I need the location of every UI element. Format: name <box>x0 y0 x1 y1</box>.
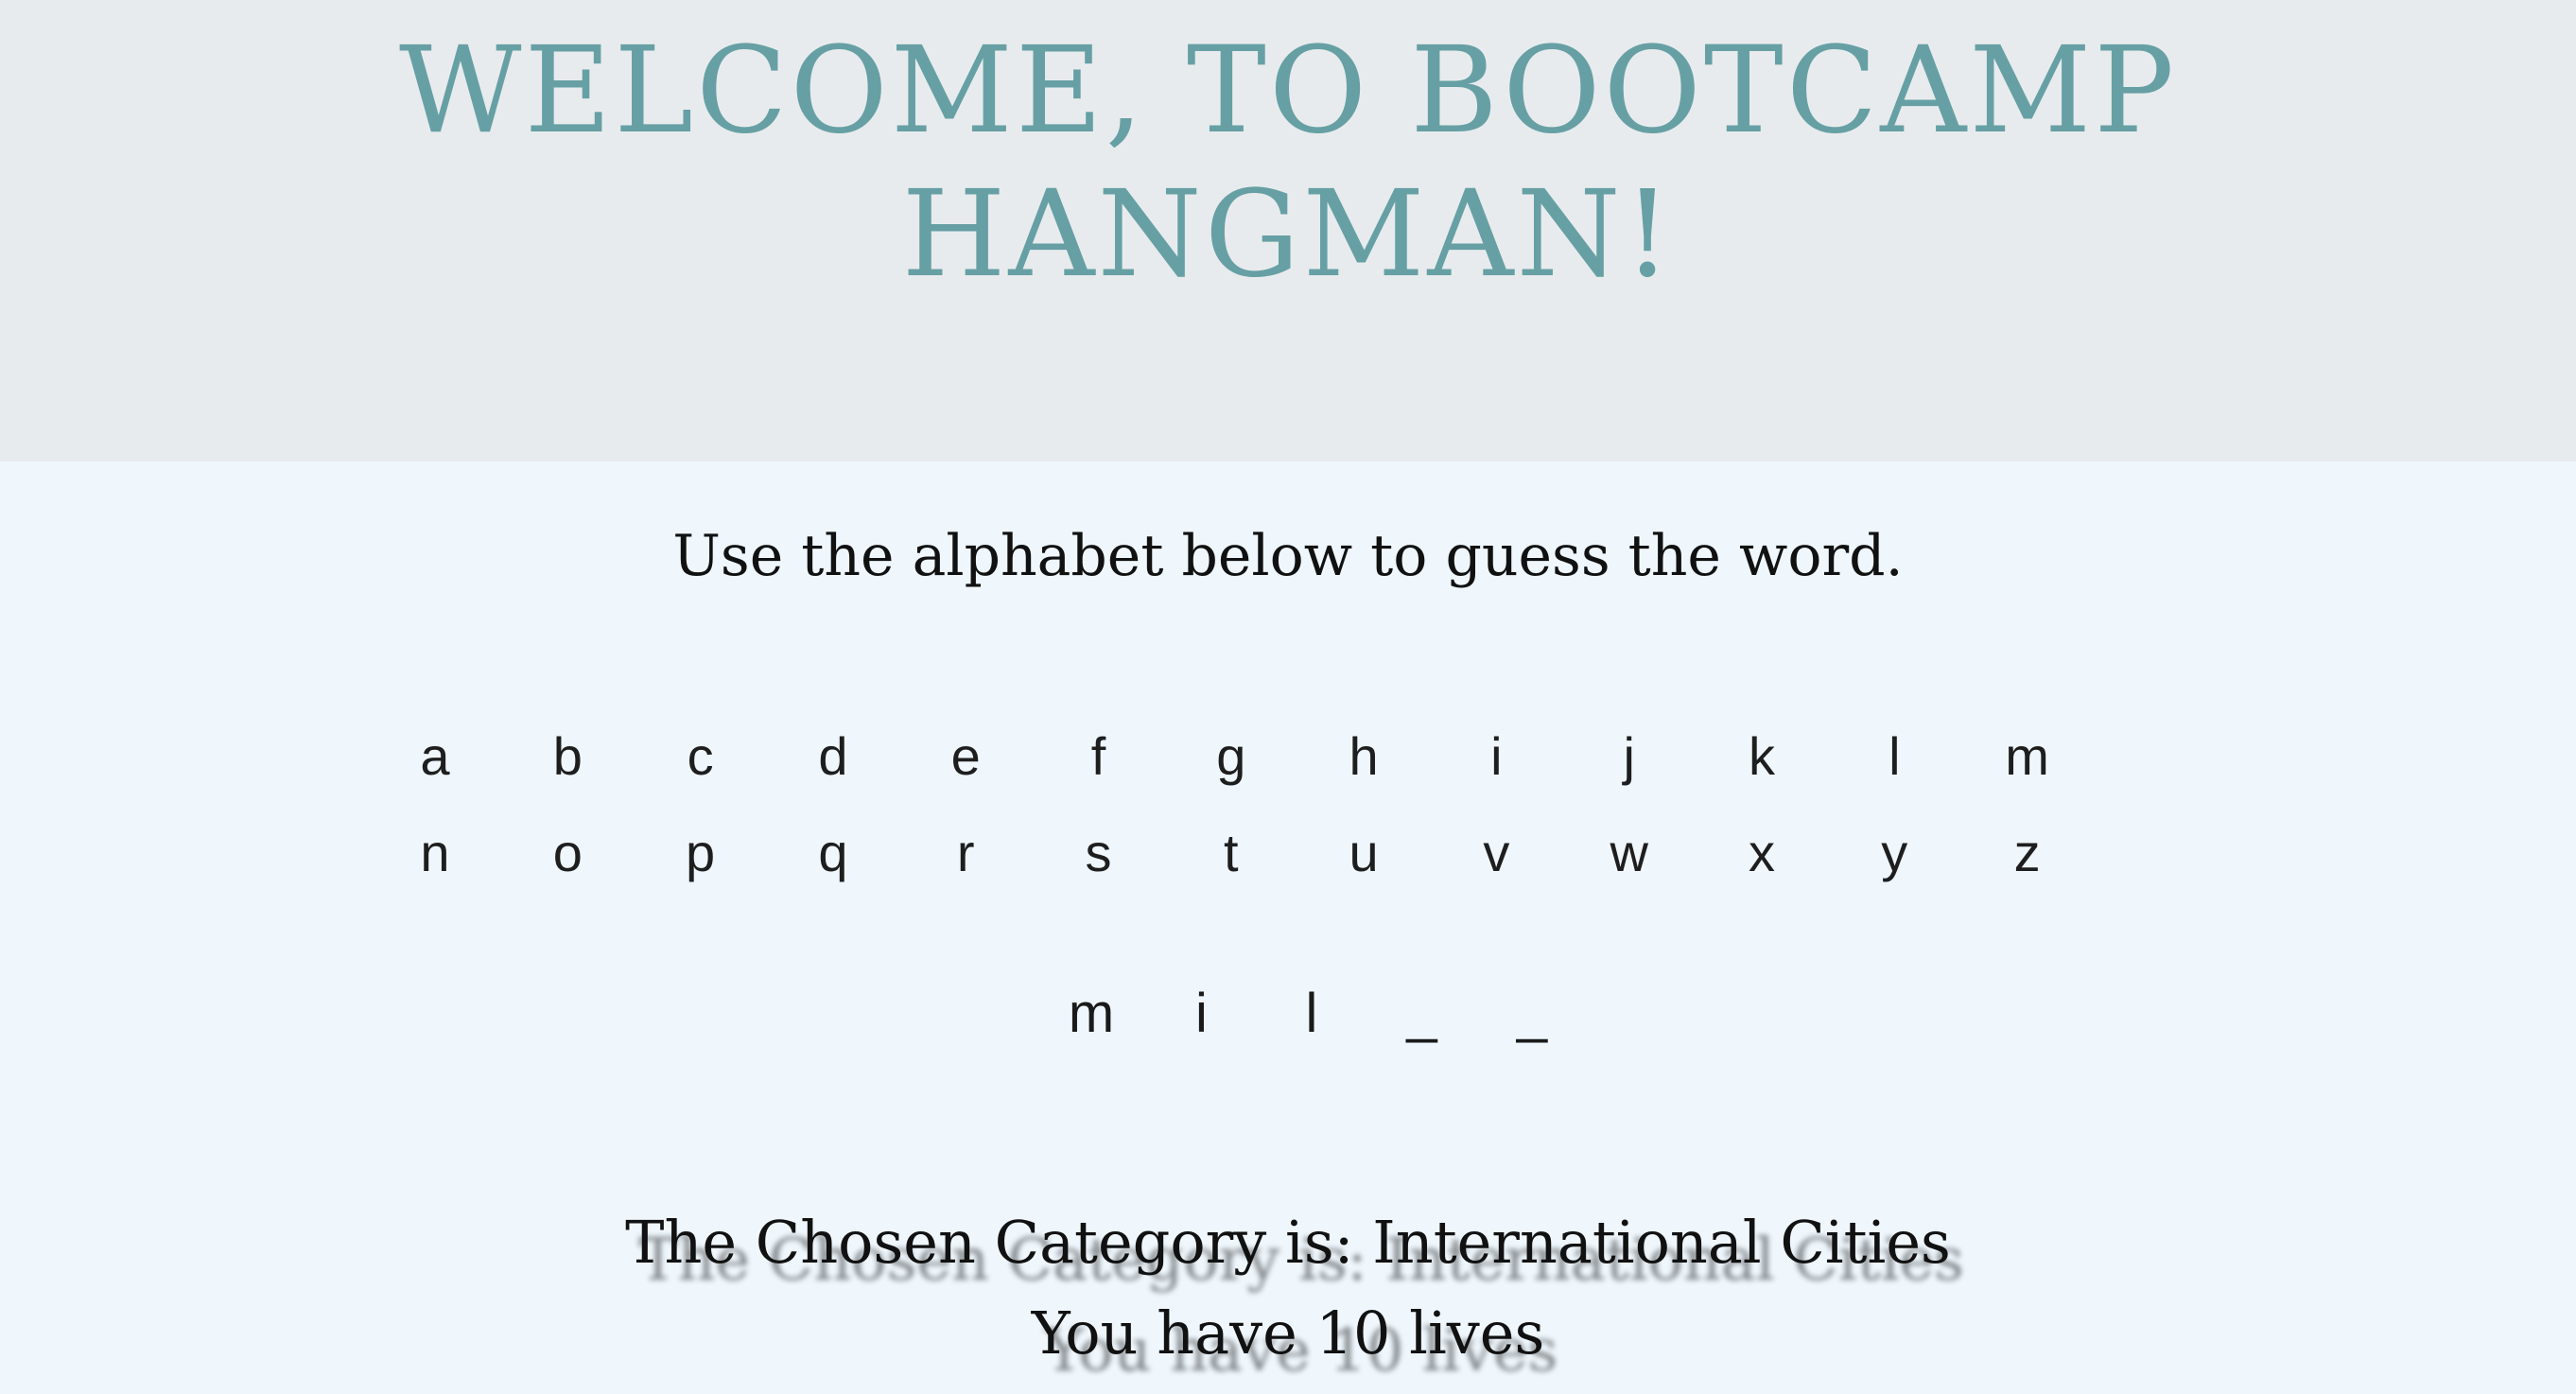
letter-button-p[interactable]: p <box>663 815 739 891</box>
word-blank: _ <box>1406 983 1437 1044</box>
title-line-2: HANGMAN! <box>901 165 1675 304</box>
letter-button-t[interactable]: t <box>1193 815 1269 891</box>
letter-button-i[interactable]: i <box>1458 719 1534 794</box>
letter-button-g[interactable]: g <box>1193 719 1269 794</box>
letter-button-m[interactable]: m <box>1990 719 2065 794</box>
title-line-1: WELCOME, TO BOOTCAMP <box>398 21 2178 160</box>
letter-button-q[interactable]: q <box>795 815 871 891</box>
letter-button-r[interactable]: r <box>928 815 1003 891</box>
letter-button-w[interactable]: w <box>1592 815 1667 891</box>
letter-button-z[interactable]: z <box>1990 815 2065 891</box>
page-title: WELCOME, TO BOOTCAMP HANGMAN! <box>0 19 2576 306</box>
alphabet-keyboard: abcdefghijklm nopqrstuvwxyz <box>0 719 2576 912</box>
letter-button-c[interactable]: c <box>663 719 739 794</box>
letter-button-s[interactable]: s <box>1061 815 1137 891</box>
category-text: The Chosen Category is: International Ci… <box>625 1208 1951 1277</box>
letter-button-d[interactable]: d <box>795 719 871 794</box>
letter-button-x[interactable]: x <box>1724 815 1800 891</box>
header: WELCOME, TO BOOTCAMP HANGMAN! <box>0 0 2576 462</box>
alphabet-row-1: abcdefghijklm <box>0 719 2576 815</box>
word-blank: _ <box>1516 983 1548 1044</box>
alphabet-row-2: nopqrstuvwxyz <box>0 815 2576 912</box>
lives-text: You have 10 lives <box>1031 1298 1545 1368</box>
letter-button-b[interactable]: b <box>530 719 605 794</box>
page: WELCOME, TO BOOTCAMP HANGMAN! Use the al… <box>0 0 2576 1394</box>
letter-button-h[interactable]: h <box>1326 719 1401 794</box>
letter-button-l[interactable]: l <box>1856 719 1932 794</box>
letter-button-o[interactable]: o <box>530 815 605 891</box>
letter-button-f[interactable]: f <box>1061 719 1137 794</box>
letter-button-j[interactable]: j <box>1592 719 1667 794</box>
letter-button-u[interactable]: u <box>1326 815 1401 891</box>
letter-button-a[interactable]: a <box>397 719 473 794</box>
letter-button-n[interactable]: n <box>397 815 473 891</box>
letter-button-e[interactable]: e <box>928 719 1003 794</box>
word-letter: l <box>1305 983 1318 1044</box>
word-letter: i <box>1195 983 1208 1044</box>
instructions-text: Use the alphabet below to guess the word… <box>672 523 1904 589</box>
word-display: m i l _ _ <box>0 974 2576 1059</box>
letter-button-y[interactable]: y <box>1856 815 1932 891</box>
word-letter: m <box>1068 983 1115 1044</box>
letter-button-v[interactable]: v <box>1458 815 1534 891</box>
letter-button-k[interactable]: k <box>1724 719 1800 794</box>
